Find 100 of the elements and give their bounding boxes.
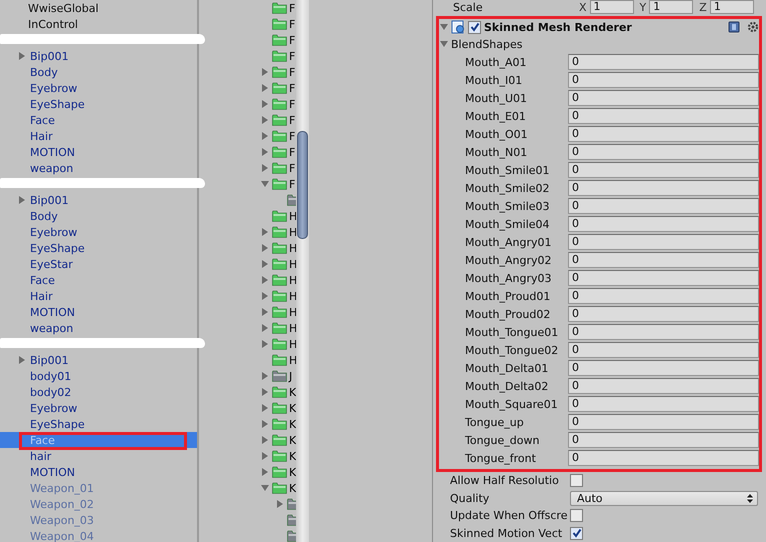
expand-arrow-icon[interactable] <box>261 388 269 396</box>
folder-icon[interactable] <box>272 226 287 238</box>
value-field[interactable]: 0 <box>568 216 759 232</box>
folder-icon[interactable] <box>272 178 287 190</box>
value-field[interactable]: 0 <box>568 198 759 214</box>
scale-field[interactable]: 1 <box>710 0 754 14</box>
folder-icon[interactable] <box>272 402 287 414</box>
expand-arrow-icon[interactable] <box>261 84 269 92</box>
hierarchy-item[interactable]: WwiseGlobal <box>0 0 197 16</box>
value-field[interactable]: 0 <box>568 126 759 142</box>
expand-arrow-icon[interactable] <box>261 404 269 412</box>
value-field[interactable]: 0 <box>568 180 759 196</box>
hierarchy-item[interactable]: EyeShape <box>0 96 197 112</box>
hierarchy-item[interactable]: Body <box>0 208 197 224</box>
expand-arrow-icon[interactable] <box>261 420 269 428</box>
checkbox[interactable] <box>570 474 583 488</box>
value-field[interactable]: 0 <box>568 432 759 448</box>
folder-icon[interactable] <box>272 434 287 446</box>
hierarchy-item[interactable]: Hair <box>0 128 197 144</box>
folder-icon[interactable] <box>272 274 287 286</box>
value-field[interactable]: 0 <box>568 270 759 286</box>
folder-icon[interactable] <box>272 2 287 14</box>
folder-icon[interactable] <box>272 450 287 462</box>
value-field[interactable]: 0 <box>568 450 759 466</box>
expand-arrow-icon[interactable] <box>261 292 269 300</box>
hierarchy-item[interactable]: MOTION <box>0 304 197 320</box>
hierarchy-item[interactable]: MOTION <box>0 144 197 160</box>
expand-arrow-icon[interactable] <box>18 196 26 204</box>
expand-arrow-icon[interactable] <box>261 276 269 284</box>
folder-icon[interactable] <box>272 34 287 46</box>
hierarchy-item[interactable]: Bip001 <box>0 48 197 64</box>
folder-icon[interactable] <box>272 338 287 350</box>
expand-arrow-icon[interactable] <box>261 132 269 140</box>
scale-field[interactable]: 1 <box>649 0 694 14</box>
scale-field[interactable]: 1 <box>590 0 634 14</box>
value-field[interactable]: 0 <box>568 144 759 160</box>
quality-dropdown[interactable]: Auto <box>570 490 758 506</box>
folder-icon[interactable] <box>272 18 287 30</box>
expand-arrow-icon[interactable] <box>261 164 269 172</box>
hierarchy-item[interactable]: hair <box>0 448 197 464</box>
expand-arrow-icon[interactable] <box>261 452 269 460</box>
checkbox[interactable] <box>570 509 583 522</box>
folder-icon[interactable] <box>272 482 287 494</box>
folder-icon[interactable] <box>272 386 287 398</box>
folder-icon[interactable] <box>272 50 287 62</box>
folder-icon[interactable] <box>272 258 287 270</box>
hierarchy-item[interactable]: EyeShape <box>0 240 197 256</box>
expand-arrow-icon[interactable] <box>261 260 269 268</box>
value-field[interactable]: 0 <box>568 234 759 250</box>
folder-icon[interactable] <box>272 114 287 126</box>
hierarchy-item[interactable]: Hair <box>0 288 197 304</box>
expand-arrow-icon[interactable] <box>261 68 269 76</box>
checkbox[interactable] <box>570 526 583 540</box>
help-book-icon[interactable] <box>728 21 740 33</box>
folder-icon[interactable] <box>272 146 287 158</box>
hierarchy-item[interactable]: Eyebrow <box>0 224 197 240</box>
value-field[interactable]: 0 <box>568 360 759 376</box>
hierarchy-item[interactable]: Face <box>0 112 197 128</box>
value-field[interactable]: 0 <box>568 72 759 88</box>
folder-icon[interactable] <box>272 290 287 302</box>
hierarchy-item[interactable]: Bip001 <box>0 192 197 208</box>
hierarchy-item[interactable]: InControl <box>0 16 197 32</box>
enable-checkbox[interactable] <box>468 20 481 34</box>
value-field[interactable]: 0 <box>568 378 759 394</box>
folder-icon[interactable] <box>272 354 287 366</box>
value-field[interactable]: 0 <box>568 396 759 412</box>
folder-icon[interactable] <box>272 98 287 110</box>
expand-arrow-icon[interactable] <box>276 500 284 508</box>
fold-arrow-icon[interactable] <box>440 40 448 48</box>
value-field[interactable]: 0 <box>568 162 759 178</box>
hierarchy-item[interactable]: EyeShape <box>0 416 197 432</box>
value-field[interactable]: 0 <box>568 252 759 268</box>
value-field[interactable]: 0 <box>568 54 759 70</box>
hierarchy-item[interactable]: Face <box>0 272 197 288</box>
folder-icon[interactable] <box>272 322 287 334</box>
hierarchy-item[interactable]: body02 <box>0 384 197 400</box>
expand-arrow-icon[interactable] <box>261 308 269 316</box>
value-field[interactable]: 0 <box>568 288 759 304</box>
hierarchy-item[interactable]: MOTION <box>0 464 197 480</box>
value-field[interactable]: 0 <box>568 306 759 322</box>
expand-arrow-icon[interactable] <box>261 180 269 188</box>
hierarchy-item[interactable]: body01 <box>0 368 197 384</box>
folder-icon[interactable] <box>272 130 287 142</box>
expand-arrow-icon[interactable] <box>261 228 269 236</box>
hierarchy-item[interactable]: Body <box>0 64 197 80</box>
foldout-label[interactable]: BlendShapes <box>451 38 522 50</box>
expand-arrow-icon[interactable] <box>261 372 269 380</box>
scrollbar-thumb[interactable] <box>297 131 308 239</box>
folder-icon[interactable] <box>272 210 287 222</box>
scrollbar[interactable] <box>296 0 309 542</box>
settings-icon[interactable] <box>747 21 759 33</box>
expand-arrow-icon[interactable] <box>261 484 269 492</box>
fold-arrow-icon[interactable] <box>440 23 448 31</box>
expand-arrow-icon[interactable] <box>18 356 26 364</box>
value-field[interactable]: 0 <box>568 342 759 358</box>
hierarchy-item[interactable]: EyeStar <box>0 256 197 272</box>
hierarchy-item[interactable]: Eyebrow <box>0 400 197 416</box>
expand-arrow-icon[interactable] <box>18 52 26 60</box>
expand-arrow-icon[interactable] <box>261 324 269 332</box>
value-field[interactable]: 0 <box>568 90 759 106</box>
